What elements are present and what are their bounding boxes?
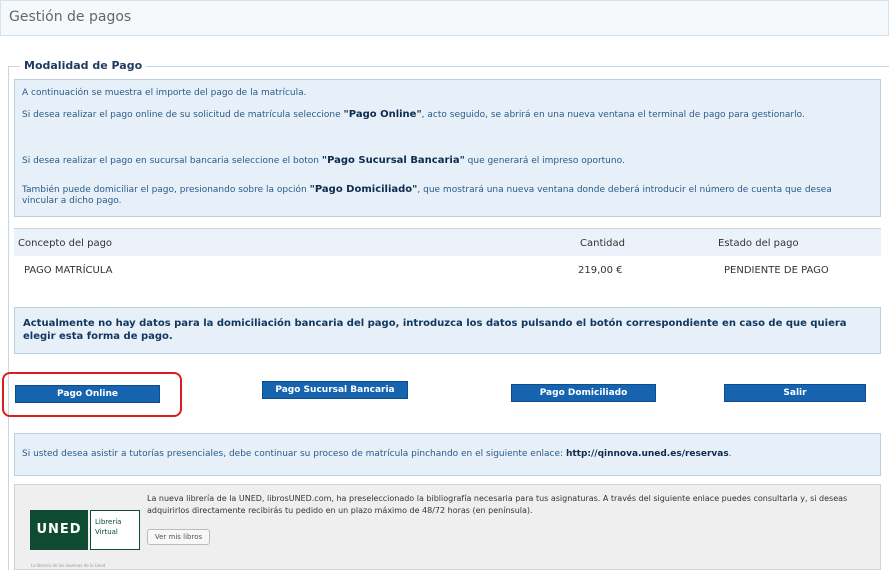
payment-table: Concepto del pago Cantidad Estado del pa…: [14, 228, 881, 286]
uned-libreria-logo[interactable]: UNED Librería Virtual La librería de los …: [22, 493, 142, 568]
page-title: Gestión de pagos: [9, 9, 132, 25]
pago-domiciliado-button[interactable]: Pago Domiciliado: [511, 384, 656, 402]
libreria-text: La nueva librería de la UNED, librosUNED…: [147, 494, 848, 515]
tutorias-text: Si usted desea asistir a tutorías presen…: [22, 449, 732, 459]
salir-button[interactable]: Salir: [724, 384, 866, 402]
domiciliation-warning: Actualmente no hay datos para la domicil…: [14, 307, 881, 354]
section-legend: Modalidad de Pago: [20, 59, 147, 72]
reservas-link[interactable]: http://qinnova.uned.es/reservas: [566, 449, 729, 459]
ver-mis-libros-button[interactable]: Ver mis libros: [147, 529, 210, 545]
info-paragraph-1: A continuación se muestra el importe del…: [22, 88, 307, 98]
info-paragraph-2: Si desea realizar el pago online de su s…: [22, 109, 805, 120]
logo-tagline: La librería de los alumnos de la Uned: [31, 563, 106, 568]
cell-cantidad: 219,00 €: [578, 265, 623, 276]
header-cantidad: Cantidad: [580, 238, 625, 249]
payment-info-box: A continuación se muestra el importe del…: [14, 79, 881, 217]
cell-concepto: PAGO MATRÍCULA: [24, 265, 113, 276]
warning-text: Actualmente no hay datos para la domicil…: [23, 318, 847, 342]
libreria-virtual-label: Librería Virtual: [90, 510, 140, 550]
libreria-box: UNED Librería Virtual La librería de los …: [14, 484, 881, 570]
header-concepto: Concepto del pago: [18, 238, 113, 249]
pago-online-button[interactable]: Pago Online: [15, 385, 160, 403]
uned-logo: UNED: [30, 510, 88, 550]
header-estado: Estado del pago: [718, 238, 799, 249]
cell-estado: PENDIENTE DE PAGO: [724, 265, 829, 276]
info-paragraph-3: Si desea realizar el pago en sucursal ba…: [22, 155, 625, 166]
table-header: Concepto del pago Cantidad Estado del pa…: [14, 228, 881, 256]
table-row: PAGO MATRÍCULA 219,00 € PENDIENTE DE PAG…: [14, 256, 881, 286]
page-header: Gestión de pagos: [0, 0, 889, 36]
pago-sucursal-button[interactable]: Pago Sucursal Bancaria: [262, 381, 408, 399]
tutorias-box: Si usted desea asistir a tutorías presen…: [14, 433, 881, 476]
info-paragraph-4: También puede domiciliar el pago, presio…: [22, 184, 832, 206]
